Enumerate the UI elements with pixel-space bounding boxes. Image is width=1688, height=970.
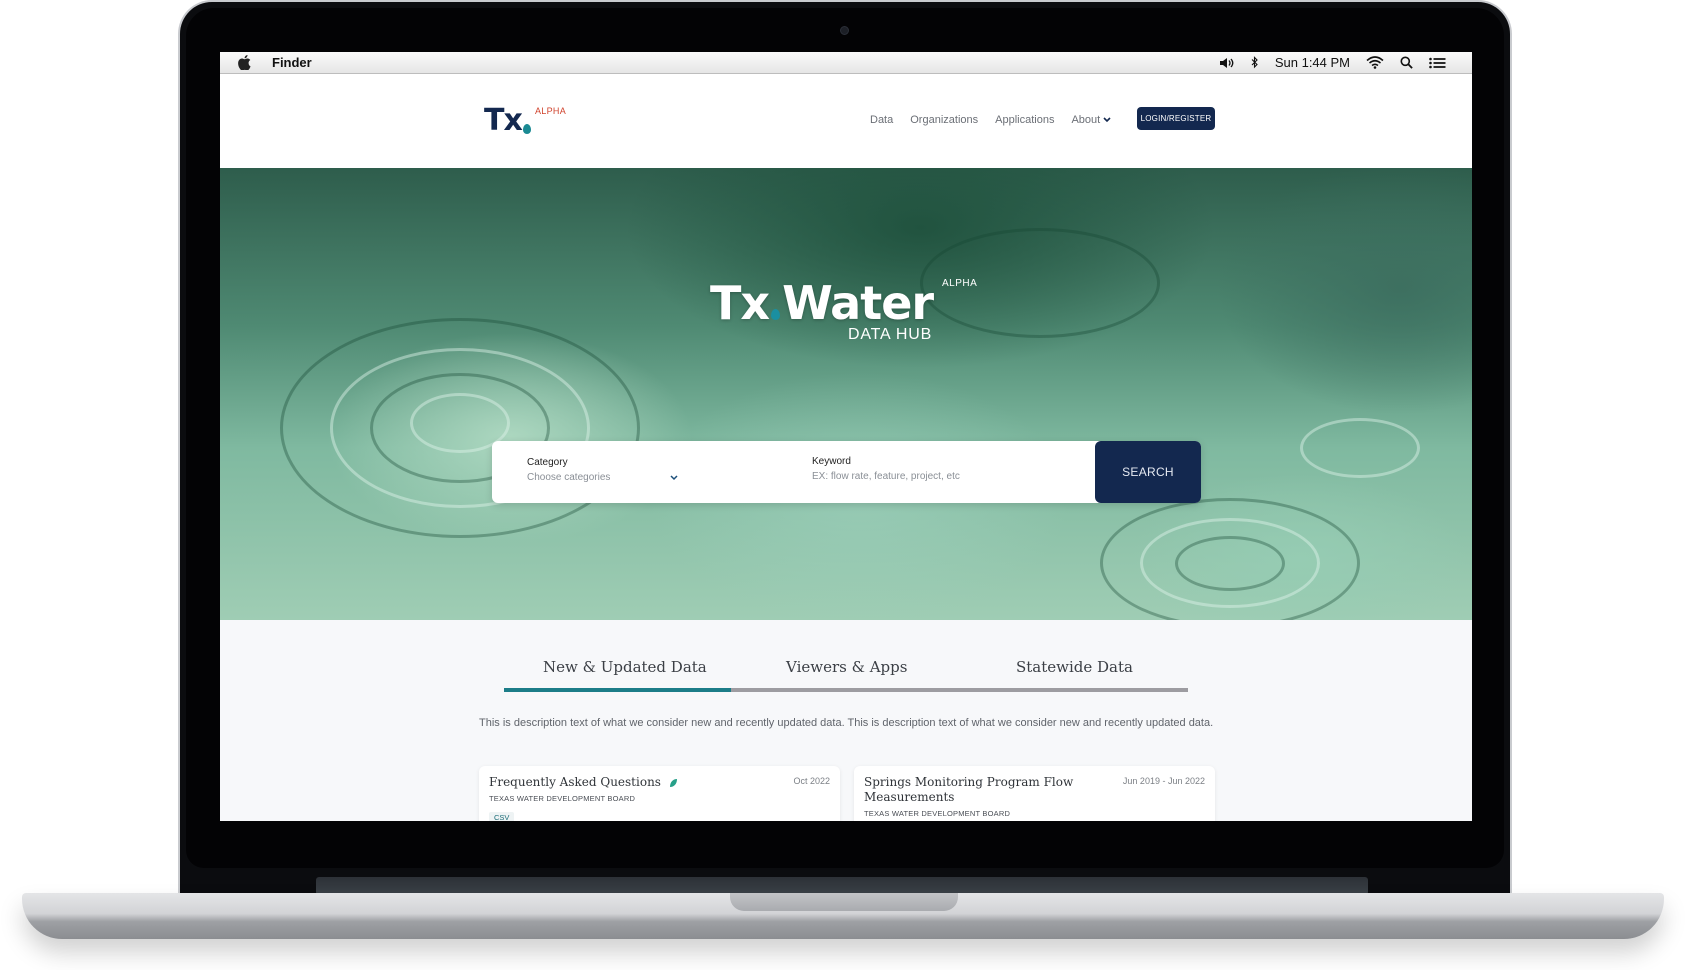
water-ripple xyxy=(1300,418,1420,478)
category-select[interactable]: Category Choose categories xyxy=(527,457,678,483)
card-organization: TEXAS WATER DEVELOPMENT BOARD xyxy=(864,809,1011,818)
keyword-label: Keyword xyxy=(812,456,851,467)
chevron-down-icon xyxy=(1103,117,1111,123)
site-logo[interactable]: Tx ALPHA xyxy=(484,103,566,138)
nav-about-label: About xyxy=(1071,114,1101,126)
notification-list-icon[interactable] xyxy=(1429,57,1446,69)
hero-title-water: Water xyxy=(782,276,934,330)
hero-subtitle: DATA HUB xyxy=(848,326,933,343)
hero-banner: Tx Water ALPHA DATA HUB Category Choose … xyxy=(220,168,1472,620)
screen: Finder Sun 1:44 PM Tx ALPHA Data Organiz… xyxy=(220,52,1472,821)
apple-logo-icon[interactable] xyxy=(238,55,252,71)
volume-icon[interactable] xyxy=(1219,57,1235,69)
card-title: Frequently Asked Questions xyxy=(489,775,661,789)
bluetooth-icon[interactable] xyxy=(1251,56,1259,69)
leaf-icon xyxy=(669,778,677,787)
water-drop-icon xyxy=(522,124,531,134)
search-form: Category Choose categories Keyword EX: f… xyxy=(492,441,1201,503)
keyword-input[interactable]: EX: flow rate, feature, project, etc xyxy=(812,471,960,482)
nav-link-data[interactable]: Data xyxy=(870,114,893,126)
active-app-name[interactable]: Finder xyxy=(272,55,312,70)
card-date: Oct 2022 xyxy=(793,776,830,786)
clock[interactable]: Sun 1:44 PM xyxy=(1275,55,1350,70)
data-card[interactable]: Frequently Asked Questions Oct 2022 TEXA… xyxy=(479,766,840,821)
card-organization: TEXAS WATER DEVELOPMENT BOARD xyxy=(489,794,636,803)
card-format-tag[interactable]: CSV xyxy=(489,812,515,821)
tab-statewide-data[interactable]: Statewide Data xyxy=(1016,658,1133,676)
mac-menubar: Finder Sun 1:44 PM xyxy=(220,52,1472,74)
water-drop-icon xyxy=(771,309,781,320)
chevron-down-icon xyxy=(670,474,678,480)
camera-icon xyxy=(840,26,849,35)
nav-link-applications[interactable]: Applications xyxy=(995,114,1054,126)
keyword-field[interactable]: Keyword EX: flow rate, feature, project,… xyxy=(812,456,960,482)
hero-alpha-badge: ALPHA xyxy=(942,278,978,289)
main-nav: Data Organizations Applications About xyxy=(870,114,1111,126)
hero-title: Tx Water ALPHA DATA HUB xyxy=(710,276,1010,343)
alpha-badge: ALPHA xyxy=(535,106,567,116)
section-description: This is description text of what we cons… xyxy=(479,717,1214,729)
logo-text: Tx xyxy=(484,103,523,138)
tab-active-indicator xyxy=(504,688,731,692)
category-label: Category xyxy=(527,457,568,468)
nav-link-organizations[interactable]: Organizations xyxy=(910,114,978,126)
content-tabs: New & Updated Data Viewers & Apps Statew… xyxy=(504,658,1188,688)
site-header: Tx ALPHA Data Organizations Applications… xyxy=(220,74,1472,168)
category-value: Choose categories xyxy=(527,472,611,483)
search-button[interactable]: SEARCH xyxy=(1095,441,1201,503)
tab-new-updated-data[interactable]: New & Updated Data xyxy=(543,658,707,676)
login-register-button[interactable]: LOGIN/REGISTER xyxy=(1137,107,1215,130)
water-ripple xyxy=(1175,536,1285,591)
tab-viewers-apps[interactable]: Viewers & Apps xyxy=(786,658,907,676)
nav-link-about[interactable]: About xyxy=(1071,114,1111,126)
data-card[interactable]: Springs Monitoring Program Flow Measurem… xyxy=(854,766,1215,821)
laptop-notch xyxy=(730,893,958,911)
card-title: Springs Monitoring Program Flow Measurem… xyxy=(864,775,1074,804)
spotlight-search-icon[interactable] xyxy=(1400,56,1413,69)
wifi-icon[interactable] xyxy=(1366,56,1384,69)
card-date: Jun 2019 - Jun 2022 xyxy=(1122,776,1205,786)
hero-title-tx: Tx xyxy=(710,276,770,330)
